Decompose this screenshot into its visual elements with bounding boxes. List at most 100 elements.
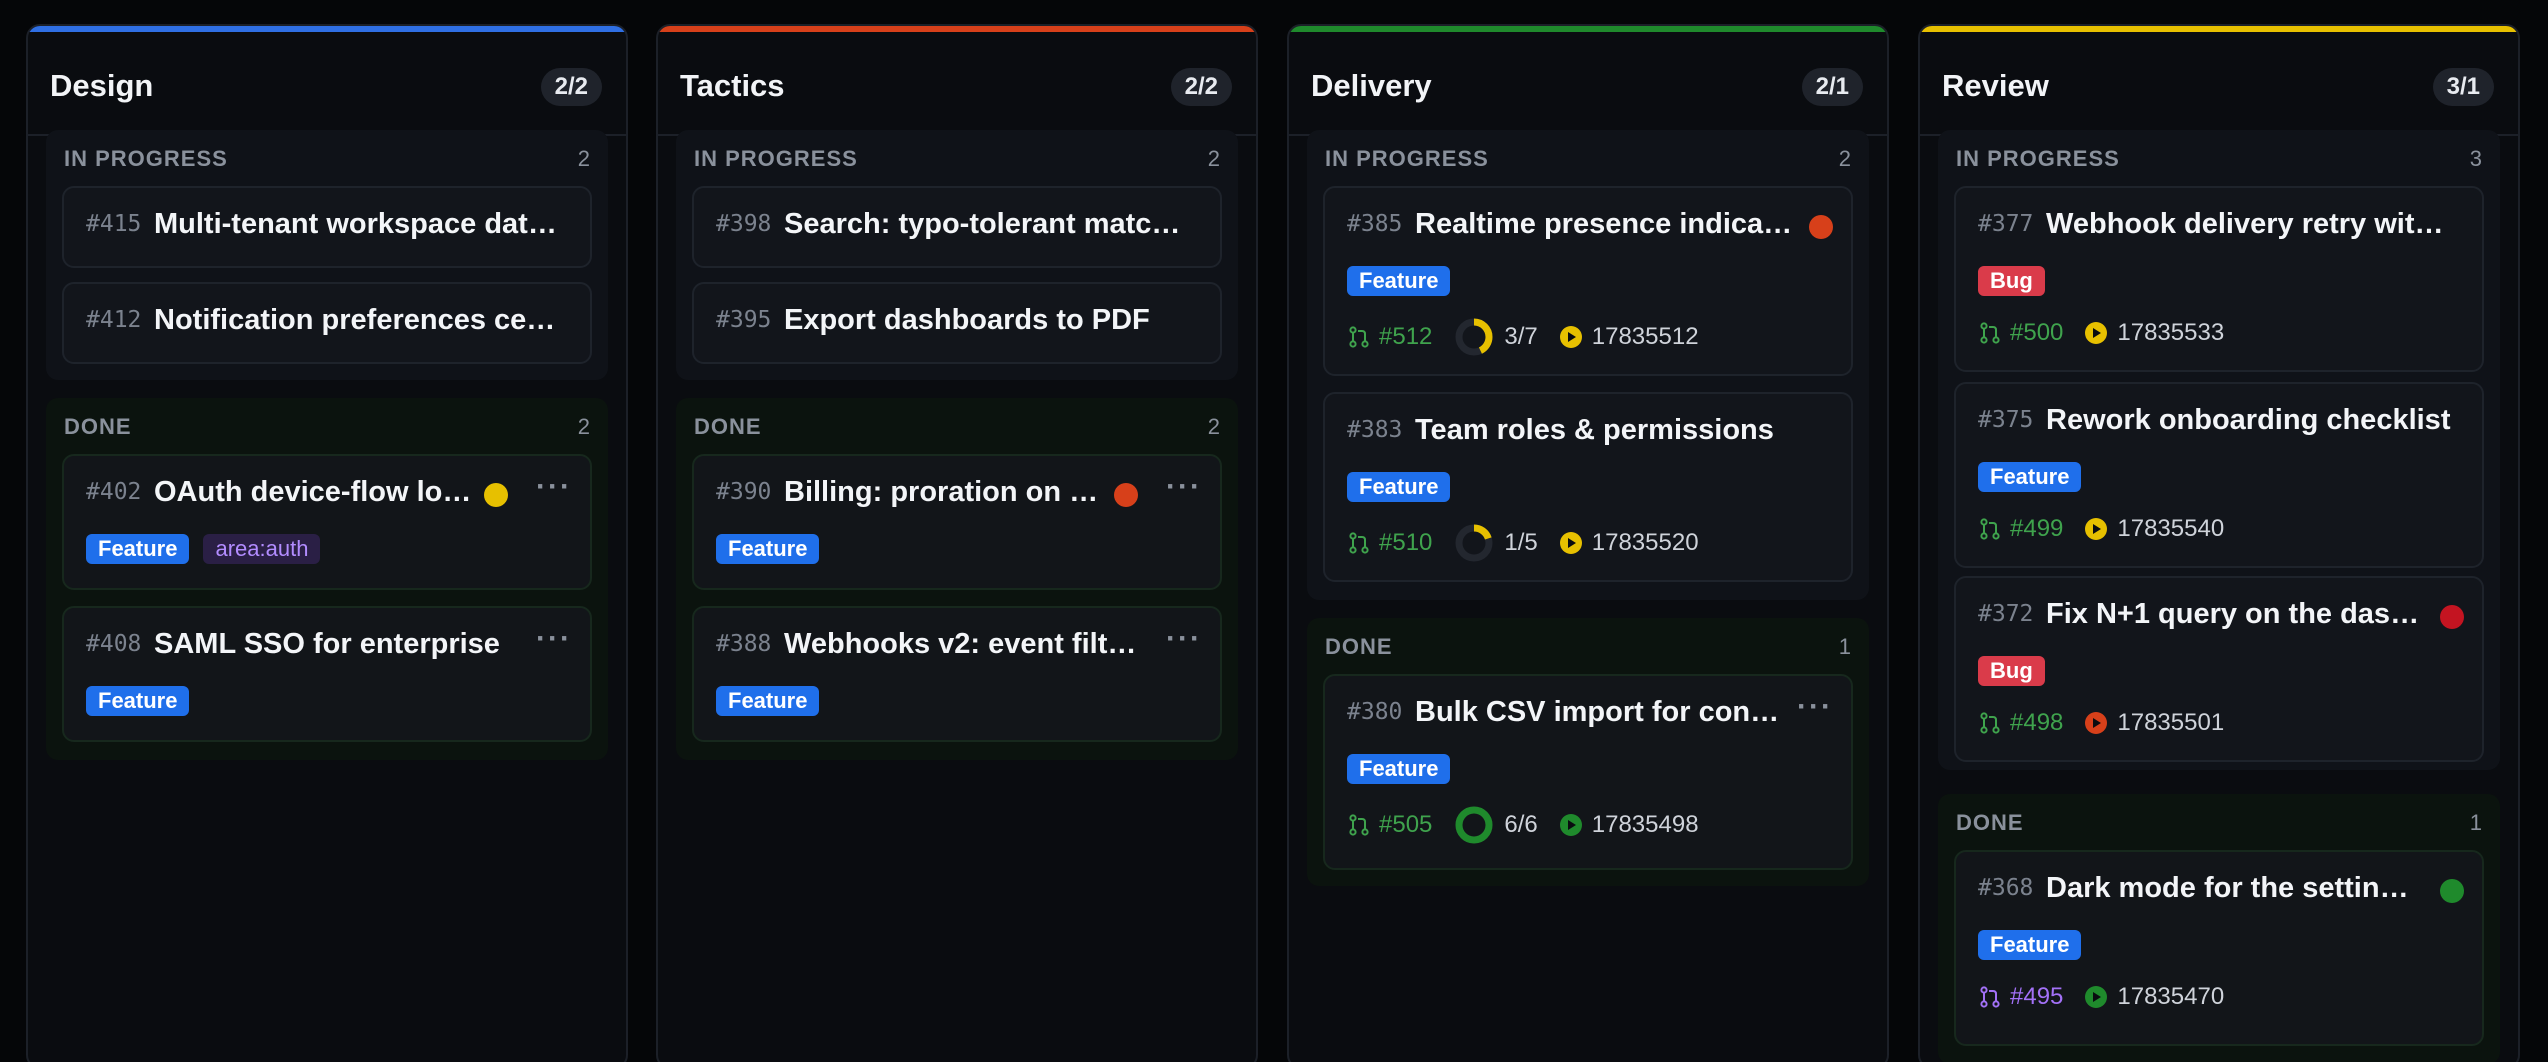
group-label: DONE	[694, 414, 762, 439]
label-feature[interactable]: Feature	[1978, 462, 2082, 492]
issue-title[interactable]: Webhook delivery retry with b…	[2046, 208, 2460, 241]
column-header: Review 3/1	[1920, 32, 2518, 136]
issue-card[interactable]: #402 OAuth device-flow login ··· Feature are…	[62, 454, 592, 590]
issue-title[interactable]: Multi-tenant workspace data i…	[154, 208, 568, 241]
issue-card[interactable]: #368 Dark mode for the settings … Feature #…	[1954, 850, 2484, 1046]
issue-card[interactable]: #377 Webhook delivery retry with b… Bug #50…	[1954, 186, 2484, 372]
column-review: Review 3/1 IN PROGRESS 3 #377 Webhook deliver…	[1918, 24, 2520, 1062]
issue-card[interactable]: #390 Billing: proration on pla… ··· Feature	[692, 454, 1222, 590]
label-feature[interactable]: Feature	[1347, 266, 1451, 296]
run-id: 17835540	[2117, 515, 2225, 542]
issue-title[interactable]: Rework onboarding checklist	[2046, 404, 2460, 437]
workflow-run[interactable]: 17835501	[2085, 709, 2224, 737]
column-count-badge: 2/2	[1170, 68, 1232, 106]
issue-card[interactable]: #408 SAML SSO for enterprise ··· Feature	[62, 606, 592, 742]
workflow-run[interactable]: 17835498	[1559, 811, 1699, 839]
label-feature[interactable]: Feature	[716, 534, 820, 564]
label-area[interactable]: area:auth	[203, 534, 321, 564]
more-options-icon[interactable]: ···	[1166, 622, 1202, 656]
progress-label: 3/7	[1504, 323, 1538, 350]
issue-title[interactable]: Realtime presence indicators	[1415, 208, 1795, 241]
issue-number: #368	[1978, 875, 2034, 901]
more-options-icon[interactable]: ···	[1166, 470, 1202, 504]
more-options-icon[interactable]: ···	[536, 470, 572, 504]
group-label: IN PROGRESS	[1956, 146, 2120, 171]
label-bug[interactable]: Bug	[1978, 656, 2045, 686]
issue-title[interactable]: Dark mode for the settings …	[2046, 872, 2426, 905]
run-id: 17835520	[1591, 529, 1699, 556]
issue-number: #395	[716, 307, 772, 333]
issue-card[interactable]: #412 Notification preferences center	[62, 282, 592, 364]
issue-number: #380	[1347, 699, 1403, 725]
play-icon	[1559, 814, 1582, 836]
more-options-icon[interactable]: ···	[536, 622, 572, 656]
pull-request-link[interactable]: #498	[1978, 709, 2063, 737]
workflow-run[interactable]: 17835540	[2085, 515, 2224, 543]
pull-request-link[interactable]: #510	[1347, 529, 1432, 557]
label-feature[interactable]: Feature	[1347, 472, 1451, 502]
group-count: 2	[1207, 146, 1220, 171]
column-title: Design	[50, 68, 154, 103]
issue-card[interactable]: #385 Realtime presence indicators Feature #…	[1323, 186, 1853, 376]
group-done: DONE 2 #390 Billing: proration on pla… ··· Fe…	[676, 398, 1238, 760]
issue-card[interactable]: #372 Fix N+1 query on the dashbo…Bug #498 1…	[1954, 576, 2484, 762]
column-tactics: Tactics 2/2 IN PROGRESS 2 #398 Search: typo-t…	[656, 24, 1258, 1062]
label-list: Bug	[1978, 656, 2045, 686]
pull-request-link[interactable]: #500	[1978, 319, 2063, 347]
issue-card[interactable]: #395 Export dashboards to PDF	[692, 282, 1222, 364]
card-meta: #500 17835533	[1978, 316, 2224, 350]
checks-progress: 1/5	[1454, 523, 1538, 563]
label-bug[interactable]: Bug	[1978, 266, 2045, 296]
issue-title[interactable]: Billing: proration on pla…	[784, 476, 1102, 509]
issue-card[interactable]: #415 Multi-tenant workspace data i…	[62, 186, 592, 268]
issue-number: #377	[1978, 211, 2034, 237]
issue-title[interactable]: Webhooks v2: event filteri…	[784, 628, 1150, 661]
issue-title[interactable]: Notification preferences center	[154, 304, 568, 337]
status-dot-icon	[2440, 879, 2464, 903]
issue-title[interactable]: Team roles & permissions	[1415, 414, 1829, 447]
workflow-run[interactable]: 17835512	[1559, 323, 1699, 351]
issue-card[interactable]: #380 Bulk CSV import for conta… ··· Feature…	[1323, 674, 1853, 870]
issue-number: #383	[1347, 417, 1403, 443]
group-in-progress: IN PROGRESS 2 #385 Realtime presence indica…	[1307, 130, 1869, 600]
workflow-run[interactable]: 17835533	[2085, 319, 2224, 347]
workflow-run[interactable]: 17835470	[2085, 983, 2224, 1011]
group-done: DONE 1 #368 Dark mode for the settings … Fea…	[1938, 794, 2500, 1062]
label-list: Feature	[716, 534, 820, 564]
issue-card[interactable]: #383 Team roles & permissions Feature #510 1…	[1323, 392, 1853, 582]
issue-card[interactable]: #388 Webhooks v2: event filteri… ··· Featur…	[692, 606, 1222, 742]
issue-number: #415	[86, 211, 142, 237]
issue-card[interactable]: #398 Search: typo-tolerant matching	[692, 186, 1222, 268]
issue-title[interactable]: OAuth device-flow login	[154, 476, 472, 509]
issue-card[interactable]: #375 Rework onboarding checklist Feature #4…	[1954, 382, 2484, 568]
label-feature[interactable]: Feature	[1978, 930, 2082, 960]
issue-title[interactable]: Export dashboards to PDF	[784, 304, 1198, 337]
issue-title[interactable]: SAML SSO for enterprise	[154, 628, 520, 661]
label-feature[interactable]: Feature	[716, 686, 820, 716]
issue-title[interactable]: Bulk CSV import for conta…	[1415, 696, 1781, 729]
play-icon	[2085, 712, 2108, 734]
column-delivery: Delivery 2/1 IN PROGRESS 2 #385 Realtime pres…	[1287, 24, 1889, 1062]
pull-request-number: #498	[2010, 709, 2064, 736]
label-feature[interactable]: Feature	[86, 534, 190, 564]
progress-ring-icon	[1455, 318, 1493, 356]
group-done: DONE 2 #402 OAuth device-flow login ··· Featu…	[46, 398, 608, 760]
label-feature[interactable]: Feature	[86, 686, 190, 716]
issue-number: #390	[716, 479, 772, 505]
column-count-badge: 2/2	[540, 68, 602, 106]
label-feature[interactable]: Feature	[1347, 754, 1451, 784]
more-options-icon[interactable]: ···	[1797, 690, 1833, 724]
group-label: IN PROGRESS	[694, 146, 858, 171]
pull-request-link[interactable]: #505	[1347, 811, 1432, 839]
workflow-run[interactable]: 17835520	[1559, 529, 1699, 557]
pull-request-link[interactable]: #499	[1978, 515, 2063, 543]
issue-number: #385	[1347, 211, 1403, 237]
group-label: DONE	[1325, 634, 1393, 659]
issue-number: #388	[716, 631, 772, 657]
group-count: 2	[577, 146, 590, 171]
issue-title[interactable]: Fix N+1 query on the dashbo…	[2046, 598, 2426, 631]
pull-request-link[interactable]: #495	[1978, 983, 2063, 1011]
issue-title[interactable]: Search: typo-tolerant matching	[784, 208, 1198, 241]
play-icon	[2085, 518, 2108, 540]
pull-request-link[interactable]: #512	[1347, 323, 1432, 351]
